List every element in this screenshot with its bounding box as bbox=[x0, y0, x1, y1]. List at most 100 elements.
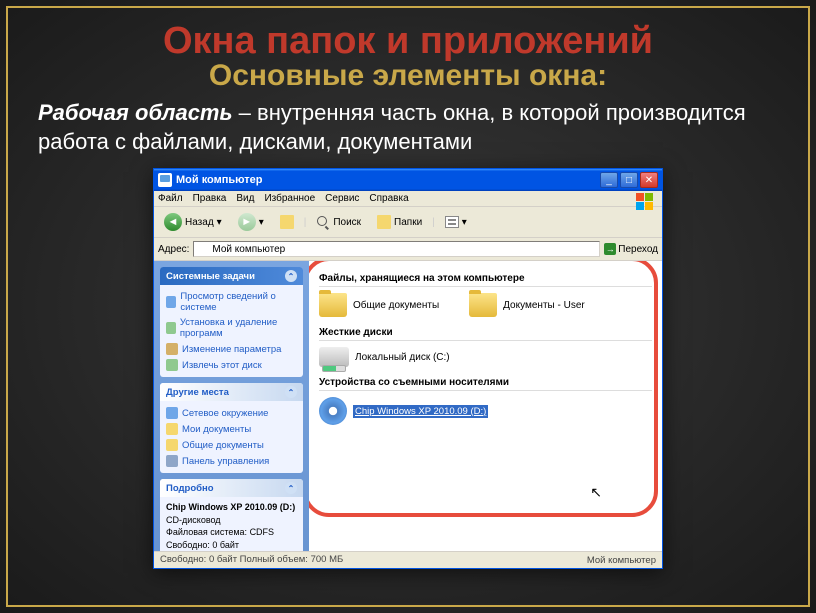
eject-icon bbox=[166, 359, 178, 371]
details-header[interactable]: Подробно ⌃ bbox=[160, 479, 303, 497]
status-right: Мой компьютер bbox=[572, 554, 656, 566]
place-my-docs[interactable]: Мои документы bbox=[166, 421, 297, 437]
slide-subtitle: Основные элементы окна: bbox=[38, 59, 778, 93]
place-network[interactable]: Сетевое окружение bbox=[166, 405, 297, 421]
detail-fs: Файловая система: CDFS bbox=[166, 526, 297, 539]
mouse-cursor-icon: ↖ bbox=[590, 484, 602, 501]
address-label: Адрес: bbox=[158, 244, 189, 255]
detail-free: Свободно: 0 байт bbox=[166, 539, 297, 551]
place-shared-docs[interactable]: Общие документы bbox=[166, 437, 297, 453]
panel-title: Системные задачи bbox=[166, 271, 255, 282]
programs-icon bbox=[166, 322, 176, 334]
panel-title: Подробно bbox=[166, 483, 214, 494]
chevron-down-icon: ▾ bbox=[217, 217, 222, 228]
my-computer-icon bbox=[158, 173, 172, 187]
item-label: Общие документы bbox=[353, 300, 439, 311]
status-left: Свободно: 0 байт Полный объем: 700 МБ bbox=[160, 554, 343, 566]
forward-button[interactable]: ► ▾ bbox=[232, 210, 270, 234]
toolbar: ◄ Назад ▾ ► ▾ | Поиск Папки | ▾ bbox=[154, 207, 662, 238]
details-panel: Подробно ⌃ Chip Windows XP 2010.09 (D:) … bbox=[160, 479, 303, 551]
go-arrow-icon: → bbox=[604, 243, 616, 255]
section-files-stored: Файлы, хранящиеся на этом компьютере bbox=[319, 273, 652, 287]
slide-description: Рабочая область – внутренняя часть окна,… bbox=[38, 99, 778, 156]
back-label: Назад bbox=[185, 217, 214, 228]
status-bar: Свободно: 0 байт Полный объем: 700 МБ Мо… bbox=[154, 551, 662, 568]
collapse-icon: ⌃ bbox=[285, 482, 297, 494]
item-label: Документы - User bbox=[503, 300, 585, 311]
slide-frame: Окна папок и приложений Основные элемент… bbox=[6, 6, 810, 607]
task-add-remove[interactable]: Установка и удаление программ bbox=[166, 315, 297, 341]
menu-edit[interactable]: Правка bbox=[193, 193, 227, 204]
chevron-down-icon: ▾ bbox=[259, 217, 264, 228]
folder-icon bbox=[319, 293, 347, 317]
section-removable: Устройства со съемными носителями bbox=[319, 377, 652, 391]
other-places-header[interactable]: Другие места ⌃ bbox=[160, 383, 303, 401]
task-change-setting[interactable]: Изменение параметра bbox=[166, 341, 297, 357]
section-hard-drives: Жесткие диски bbox=[319, 327, 652, 341]
folder-icon bbox=[469, 293, 497, 317]
folders-icon bbox=[377, 215, 391, 229]
address-bar: Адрес: Мой компьютер → Переход bbox=[154, 238, 662, 261]
titlebar[interactable]: Мой компьютер _ □ ✕ bbox=[154, 169, 662, 191]
cd-drive-icon bbox=[319, 397, 347, 425]
menu-tools[interactable]: Сервис bbox=[325, 193, 359, 204]
system-tasks-panel: Системные задачи ⌃ Просмотр сведений о с… bbox=[160, 267, 303, 377]
search-label: Поиск bbox=[333, 217, 361, 228]
folder-icon bbox=[166, 439, 178, 451]
item-label-selected: Chip Windows XP 2010.09 (D:) bbox=[353, 405, 488, 418]
panel-title: Другие места bbox=[166, 387, 229, 398]
chevron-down-icon: ▾ bbox=[462, 217, 467, 228]
settings-icon bbox=[166, 343, 178, 355]
close-button[interactable]: ✕ bbox=[640, 172, 658, 188]
my-computer-icon bbox=[572, 554, 584, 566]
folders-button[interactable]: Папки bbox=[371, 212, 428, 232]
explorer-window: Мой компьютер _ □ ✕ Файл Правка Вид Избр… bbox=[153, 168, 663, 569]
tasks-sidebar: Системные задачи ⌃ Просмотр сведений о с… bbox=[154, 261, 309, 551]
menu-view[interactable]: Вид bbox=[236, 193, 254, 204]
views-button[interactable]: ▾ bbox=[439, 213, 473, 231]
item-shared-documents[interactable]: Общие документы bbox=[319, 293, 439, 317]
other-places-panel: Другие места ⌃ Сетевое окружение Мои док… bbox=[160, 383, 303, 473]
network-icon bbox=[166, 407, 178, 419]
system-tasks-header[interactable]: Системные задачи ⌃ bbox=[160, 267, 303, 285]
go-label: Переход bbox=[618, 244, 658, 255]
item-local-disk-c[interactable]: Локальный диск (C:) bbox=[319, 347, 450, 367]
control-panel-icon bbox=[166, 455, 178, 467]
menubar: Файл Правка Вид Избранное Сервис Справка bbox=[154, 191, 662, 207]
windows-logo-icon bbox=[630, 193, 658, 211]
maximize-button[interactable]: □ bbox=[620, 172, 638, 188]
working-area[interactable]: Файлы, хранящиеся на этом компьютере Общ… bbox=[309, 261, 662, 551]
task-system-info[interactable]: Просмотр сведений о системе bbox=[166, 289, 297, 315]
up-button[interactable] bbox=[274, 212, 300, 232]
place-control-panel[interactable]: Панель управления bbox=[166, 453, 297, 469]
views-icon bbox=[445, 216, 459, 228]
item-cd-drive-d[interactable]: Chip Windows XP 2010.09 (D:) bbox=[319, 397, 488, 425]
folders-label: Папки bbox=[394, 217, 422, 228]
folder-icon bbox=[166, 423, 178, 435]
collapse-icon: ⌃ bbox=[285, 270, 297, 282]
desc-term: Рабочая область bbox=[38, 100, 233, 125]
window-controls: _ □ ✕ bbox=[600, 172, 658, 188]
window-body: Системные задачи ⌃ Просмотр сведений о с… bbox=[154, 261, 662, 551]
forward-arrow-icon: ► bbox=[238, 213, 256, 231]
collapse-icon: ⌃ bbox=[285, 386, 297, 398]
hard-drive-icon bbox=[319, 347, 349, 367]
menu-file[interactable]: Файл bbox=[158, 193, 183, 204]
task-eject[interactable]: Извлечь этот диск bbox=[166, 357, 297, 373]
info-icon bbox=[166, 296, 176, 308]
window-title: Мой компьютер bbox=[176, 174, 263, 186]
address-input[interactable]: Мой компьютер bbox=[193, 241, 600, 257]
my-computer-icon bbox=[197, 243, 209, 255]
menu-help[interactable]: Справка bbox=[369, 193, 408, 204]
slide-title: Окна папок и приложений bbox=[38, 20, 778, 63]
back-button[interactable]: ◄ Назад ▾ bbox=[158, 210, 228, 234]
search-button[interactable]: Поиск bbox=[310, 212, 367, 232]
go-button[interactable]: → Переход bbox=[604, 243, 658, 255]
minimize-button[interactable]: _ bbox=[600, 172, 618, 188]
address-value: Мой компьютер bbox=[212, 244, 285, 255]
menu-favorites[interactable]: Избранное bbox=[264, 193, 315, 204]
folder-up-icon bbox=[280, 215, 294, 229]
item-user-documents[interactable]: Документы - User bbox=[469, 293, 585, 317]
back-arrow-icon: ◄ bbox=[164, 213, 182, 231]
search-icon bbox=[316, 215, 330, 229]
